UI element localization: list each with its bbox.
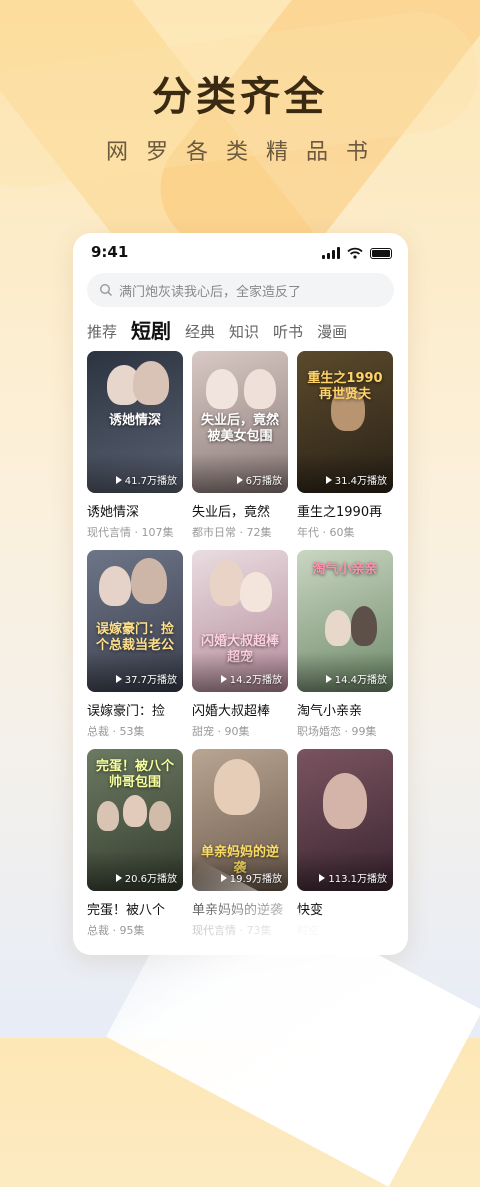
- wifi-icon: [347, 247, 363, 259]
- drama-title[interactable]: 完蛋！被八个: [87, 899, 183, 918]
- hero-subtitle: 网罗各类精品书: [105, 140, 386, 165]
- tab-short-drama[interactable]: 短剧: [131, 319, 171, 343]
- play-count: 19.9万播放: [220, 870, 282, 885]
- play-icon: [115, 475, 122, 484]
- drama-grid: 诱她情深 41.7万播放 诱她情深 现代言情 · 107集 失业后，竟然被美女包…: [87, 351, 394, 938]
- drama-meta: 职场婚恋 · 99集: [297, 725, 377, 738]
- search-input[interactable]: 满门炮灰读我心后，全家造反了: [119, 281, 301, 300]
- play-count: 113.1万播放: [319, 870, 387, 885]
- drama-card[interactable]: 闪婚大叔超棒超宠 14.2万播放 闪婚大叔超棒 甜宠 · 90集: [192, 550, 288, 739]
- cover-title: 失业后，竟然被美女包围: [200, 413, 279, 444]
- battery-icon: [370, 247, 392, 259]
- drama-title[interactable]: 闪婚大叔超棒: [192, 700, 288, 719]
- search-icon: [99, 283, 112, 296]
- play-icon: [220, 674, 227, 683]
- drama-cover[interactable]: 113.1万播放: [297, 749, 393, 891]
- play-icon: [236, 475, 243, 484]
- play-count: 14.4万播放: [325, 671, 387, 686]
- play-icon: [319, 873, 326, 882]
- drama-cover[interactable]: 重生之1990再世贤夫 31.4万播放: [297, 351, 393, 493]
- tab-recommend[interactable]: 推荐: [87, 321, 117, 343]
- play-count: 20.6万播放: [115, 870, 177, 885]
- tab-classic[interactable]: 经典: [185, 321, 215, 343]
- drama-card[interactable]: 误嫁豪门：捡个总裁当老公 37.7万播放 误嫁豪门：捡 总裁 · 53集: [87, 550, 183, 739]
- drama-card[interactable]: 单亲妈妈的逆袭 19.9万播放 单亲妈妈的逆袭 现代言情 · 73集: [192, 749, 288, 938]
- drama-title[interactable]: 重生之1990再: [297, 501, 393, 520]
- drama-title[interactable]: 快变: [297, 899, 393, 918]
- drama-title[interactable]: 诱她情深: [87, 501, 183, 520]
- category-tabs: 推荐 短剧 经典 知识 听书 漫画: [87, 319, 347, 343]
- drama-cover[interactable]: 失业后，竟然被美女包围 6万播放: [192, 351, 288, 493]
- drama-meta: 现代言情 · 107集: [87, 526, 174, 539]
- drama-cover[interactable]: 诱她情深 41.7万播放: [87, 351, 183, 493]
- status-bar: 9:41: [73, 241, 408, 265]
- drama-cover[interactable]: 淘气小亲亲 14.4万播放: [297, 550, 393, 692]
- tab-comics[interactable]: 漫画: [317, 321, 347, 343]
- play-icon: [220, 873, 227, 882]
- play-icon: [115, 873, 122, 882]
- drama-cover[interactable]: 单亲妈妈的逆袭 19.9万播放: [192, 749, 288, 891]
- drama-meta: 现代言情 · 73集: [192, 924, 272, 937]
- play-count: 14.2万播放: [220, 671, 282, 686]
- cover-title: 误嫁豪门：捡个总裁当老公: [95, 622, 174, 653]
- drama-meta: 总裁 · 53集: [87, 725, 145, 738]
- drama-cover[interactable]: 闪婚大叔超棒超宠 14.2万播放: [192, 550, 288, 692]
- drama-card[interactable]: 重生之1990再世贤夫 31.4万播放 重生之1990再 年代 · 60集: [297, 351, 393, 540]
- signal-icon: [322, 247, 340, 259]
- cover-title: 诱她情深: [108, 413, 161, 428]
- cover-title: 完蛋！被八个帅哥包围: [95, 759, 174, 790]
- drama-card[interactable]: 诱她情深 41.7万播放 诱她情深 现代言情 · 107集: [87, 351, 183, 540]
- play-icon: [325, 475, 332, 484]
- drama-title[interactable]: 误嫁豪门：捡: [87, 700, 183, 719]
- drama-cover[interactable]: 完蛋！被八个帅哥包围 20.6万播放: [87, 749, 183, 891]
- search-bar[interactable]: 满门炮灰读我心后，全家造反了: [87, 273, 394, 307]
- hero-title: 分类齐全: [152, 74, 328, 120]
- play-icon: [325, 674, 332, 683]
- drama-meta: 甜宠 · 90集: [192, 725, 250, 738]
- drama-title[interactable]: 单亲妈妈的逆袭: [192, 899, 288, 918]
- status-icons: [322, 247, 392, 259]
- cover-title: 重生之1990再世贤夫: [307, 371, 383, 402]
- drama-card[interactable]: 完蛋！被八个帅哥包围 20.6万播放 完蛋！被八个 总裁 · 95集: [87, 749, 183, 938]
- drama-card[interactable]: 淘气小亲亲 14.4万播放 淘气小亲亲 职场婚恋 · 99集: [297, 550, 393, 739]
- play-icon: [115, 674, 122, 683]
- drama-title[interactable]: 淘气小亲亲: [297, 700, 393, 719]
- drama-meta: 都市日常 · 72集: [192, 526, 272, 539]
- tab-knowledge[interactable]: 知识: [229, 321, 259, 343]
- drama-card[interactable]: 113.1万播放 快变 时空: [297, 749, 393, 938]
- drama-cover[interactable]: 误嫁豪门：捡个总裁当老公 37.7万播放: [87, 550, 183, 692]
- phone-screen: 9:41 满门炮灰读我心后，全家造反了 推荐 短剧 经典 知识 听书 漫画 诱她…: [73, 233, 408, 955]
- cover-title: 淘气小亲亲: [312, 562, 378, 577]
- status-time: 9:41: [91, 243, 129, 261]
- play-count: 41.7万播放: [115, 472, 177, 487]
- play-count: 37.7万播放: [115, 671, 177, 686]
- drama-meta: 年代 · 60集: [297, 526, 355, 539]
- drama-meta: 时空: [297, 924, 319, 937]
- drama-meta: 总裁 · 95集: [87, 924, 145, 937]
- play-count: 31.4万播放: [325, 472, 387, 487]
- tab-audiobook[interactable]: 听书: [273, 321, 303, 343]
- drama-title[interactable]: 失业后，竟然: [192, 501, 288, 520]
- play-count: 6万播放: [236, 472, 282, 487]
- drama-card[interactable]: 失业后，竟然被美女包围 6万播放 失业后，竟然 都市日常 · 72集: [192, 351, 288, 540]
